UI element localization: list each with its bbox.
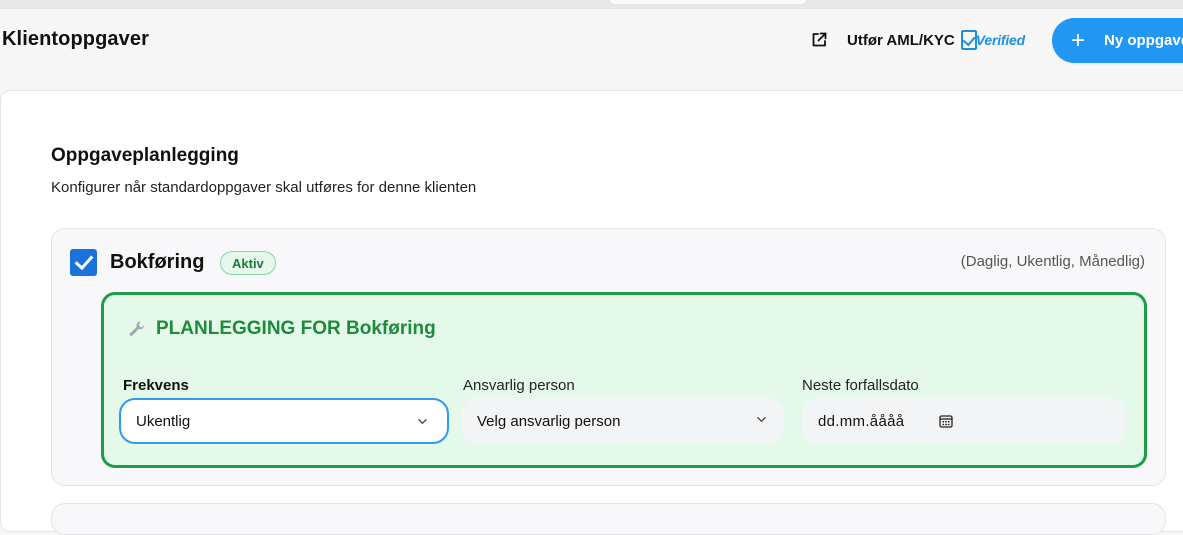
verified-badge: Verified xyxy=(960,30,1025,50)
planning-title: PLANLEGGING FOR Bokføring xyxy=(156,318,436,339)
due-date-input[interactable]: dd.mm.åååå xyxy=(802,398,1125,444)
frequency-label: Frekvens xyxy=(123,377,189,394)
chevron-down-icon xyxy=(418,419,427,424)
new-task-button[interactable]: + Ny oppgave xyxy=(1052,18,1183,63)
frequency-select[interactable]: Ukentlig xyxy=(119,398,449,444)
aml-kyc-link[interactable]: Utfør AML/KYC Verified xyxy=(810,30,1025,50)
task-enabled-checkbox[interactable] xyxy=(70,249,97,276)
due-date-label: Neste forfallsdato xyxy=(802,377,919,394)
aml-kyc-label: Utfør AML/KYC xyxy=(847,31,955,49)
section-title: Oppgaveplanlegging xyxy=(51,145,239,166)
page-title: Klientoppgaver xyxy=(2,28,149,50)
responsible-label: Ansvarlig person xyxy=(463,377,575,394)
browser-top-strip xyxy=(0,0,1183,9)
frequency-value: Ukentlig xyxy=(136,412,191,430)
task-name: Bokføring xyxy=(110,251,205,273)
section-subtitle: Konfigurer når standardoppgaver skal utf… xyxy=(51,179,477,196)
top-tab-pill xyxy=(610,0,806,4)
new-task-label: Ny oppgave xyxy=(1104,32,1183,49)
chevron-down-icon xyxy=(757,417,766,422)
verified-text: Verified xyxy=(975,32,1025,48)
plus-icon: + xyxy=(1071,26,1086,54)
frequency-hint: (Daglig, Ukentlig, Månedlig) xyxy=(960,253,1145,270)
external-link-icon xyxy=(810,31,828,49)
calendar-icon[interactable] xyxy=(939,414,953,428)
responsible-select[interactable]: Velg ansvarlig person xyxy=(462,398,784,444)
planning-header: PLANLEGGING FOR Bokføring xyxy=(128,318,436,340)
status-badge: Aktiv xyxy=(220,251,276,275)
wrench-icon xyxy=(128,320,146,338)
responsible-value: Velg ansvarlig person xyxy=(477,412,621,430)
verified-check-icon xyxy=(960,30,977,50)
due-date-value: dd.mm.åååå xyxy=(818,412,905,430)
